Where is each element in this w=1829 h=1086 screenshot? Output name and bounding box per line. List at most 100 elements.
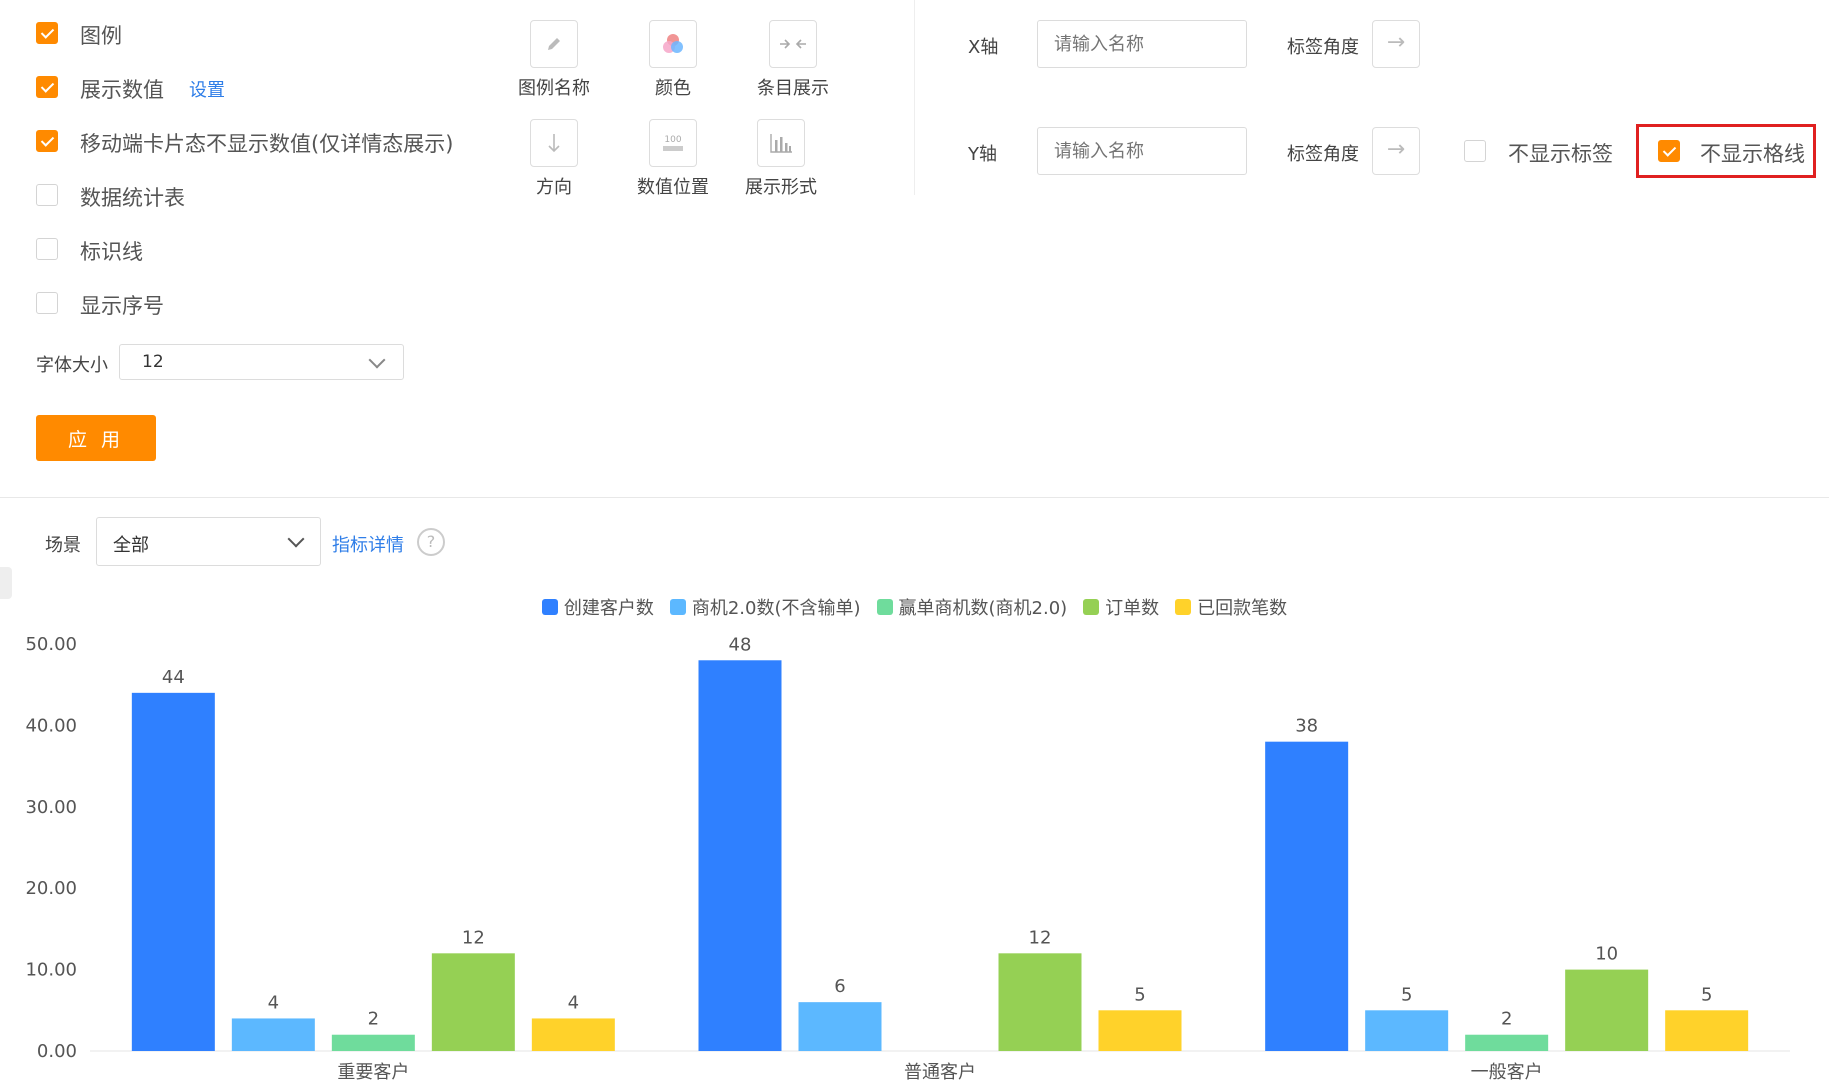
data-label: 5	[1701, 984, 1712, 1005]
item-display-button[interactable]	[769, 20, 817, 68]
bar	[231, 1018, 315, 1051]
direction-button[interactable]	[530, 119, 578, 167]
data-label: 38	[1295, 716, 1318, 737]
x-tick-label: 普通客户	[904, 1062, 976, 1083]
y-tick-label: 0.00	[37, 1041, 77, 1062]
chevron-down-icon	[287, 530, 305, 548]
data-label: 10	[1595, 944, 1618, 965]
hide-labels-label: 不显示标签	[1508, 142, 1613, 166]
show-values-checkbox[interactable]	[36, 76, 58, 98]
font-size-label: 字体大小	[36, 355, 108, 376]
metric-details-link[interactable]: 指标详情	[332, 531, 404, 557]
bar	[1365, 1010, 1449, 1051]
data-label: 12	[462, 927, 485, 948]
legend-item[interactable]: 创建客户数	[541, 594, 654, 620]
show-index-checkbox[interactable]	[36, 292, 58, 314]
y-tick-label: 10.00	[25, 960, 77, 981]
color-label: 颜色	[655, 78, 691, 99]
y-tag-angle-button[interactable]: →	[1372, 127, 1420, 175]
y-axis-name-input[interactable]	[1037, 127, 1247, 175]
legend-swatch	[669, 599, 686, 615]
section-divider	[0, 497, 1829, 498]
legend-checkbox-label: 图例	[80, 24, 122, 48]
legend-label: 订单数	[1105, 598, 1160, 619]
x-tag-angle-label: 标签角度	[1287, 37, 1359, 58]
y-tick-label: 20.00	[25, 878, 77, 899]
bar	[1465, 1034, 1549, 1051]
direction-label: 方向	[536, 177, 572, 198]
legend-checkbox[interactable]	[36, 22, 58, 44]
mobile-hide-values-checkbox-label: 移动端卡片态不显示数值(仅详情态展示)	[80, 132, 454, 156]
display-form-label: 展示形式	[745, 177, 817, 198]
hide-labels-checkbox[interactable]	[1464, 140, 1486, 162]
highlight-box	[1636, 124, 1816, 178]
arrow-right-icon: →	[1386, 30, 1406, 55]
apply-button[interactable]: 应 用	[36, 415, 156, 461]
display-form-button[interactable]	[757, 119, 805, 167]
scene-label: 场景	[45, 535, 81, 556]
data-label: 5	[1401, 984, 1412, 1005]
data-label: 5	[1134, 984, 1145, 1005]
panel-divider	[914, 0, 915, 195]
settings-link[interactable]: 设置	[189, 76, 225, 102]
bar	[1265, 741, 1349, 1051]
scene-select[interactable]: 全部	[96, 517, 321, 566]
x-tag-angle-button[interactable]: →	[1372, 20, 1420, 68]
legend-item[interactable]: 商机2.0数(不含输单)	[669, 594, 861, 620]
value-position-button[interactable]: 100	[649, 119, 697, 167]
legend-swatch	[541, 599, 558, 615]
data-label: 4	[568, 992, 579, 1013]
mobile-hide-values-checkbox[interactable]	[36, 130, 58, 152]
bar	[331, 1034, 415, 1051]
item-display-label: 条目展示	[757, 78, 829, 99]
value-position-label: 数值位置	[637, 177, 709, 198]
legend-item[interactable]: 订单数	[1083, 594, 1159, 620]
chevron-down-icon	[368, 351, 386, 369]
legend-label: 商机2.0数(不含输单)	[691, 598, 861, 619]
chart-legend: 创建客户数 商机2.0数(不含输单) 赢单商机数(商机2.0) 订单数 已回款笔数	[0, 594, 1829, 620]
x-tick-label: 重要客户	[337, 1062, 409, 1083]
bar	[998, 953, 1082, 1051]
data-label: 2	[368, 1009, 379, 1030]
legend-label: 创建客户数	[563, 598, 654, 619]
value-position-icon: 100	[663, 135, 683, 151]
bar	[1665, 1010, 1749, 1051]
arrow-right-icon: →	[1386, 137, 1406, 162]
arrow-down-icon	[548, 134, 560, 153]
font-size-value: 12	[142, 352, 164, 372]
bar	[431, 953, 515, 1051]
data-label: 4	[268, 992, 279, 1013]
help-icon[interactable]: ?	[417, 528, 445, 556]
data-label: 44	[162, 667, 185, 688]
color-button[interactable]	[649, 20, 697, 68]
font-size-select[interactable]: 12	[119, 344, 404, 380]
marker-line-checkbox-label: 标识线	[80, 240, 143, 264]
y-tick-label: 40.00	[25, 715, 77, 736]
bar	[1565, 969, 1649, 1051]
x-axis-label: X轴	[968, 37, 999, 58]
legend-swatch	[1083, 599, 1100, 615]
bar	[531, 1018, 615, 1051]
show-index-checkbox-label: 显示序号	[80, 294, 164, 318]
bar	[698, 660, 782, 1051]
data-stats-table-checkbox-label: 数据统计表	[80, 186, 185, 210]
legend-name-button[interactable]	[530, 20, 578, 68]
y-axis-label: Y轴	[968, 144, 997, 165]
legend-swatch	[1175, 599, 1192, 615]
data-stats-table-checkbox[interactable]	[36, 184, 58, 206]
legend-label: 已回款笔数	[1197, 598, 1288, 619]
data-label: 2	[1501, 1009, 1512, 1030]
bar-chart-icon	[770, 134, 792, 153]
bar	[131, 692, 215, 1051]
scene-value: 全部	[113, 535, 149, 556]
data-label: 48	[729, 634, 752, 655]
y-tag-angle-label: 标签角度	[1287, 144, 1359, 165]
x-tick-label: 一般客户	[1471, 1062, 1543, 1083]
legend-item[interactable]: 赢单商机数(商机2.0)	[876, 594, 1068, 620]
marker-line-checkbox[interactable]	[36, 238, 58, 260]
legend-name-label: 图例名称	[518, 78, 590, 99]
x-axis-name-input[interactable]	[1037, 20, 1247, 68]
show-values-checkbox-label: 展示数值	[80, 78, 164, 102]
legend-item[interactable]: 已回款笔数	[1175, 594, 1287, 620]
legend-label: 赢单商机数(商机2.0)	[898, 598, 1068, 619]
